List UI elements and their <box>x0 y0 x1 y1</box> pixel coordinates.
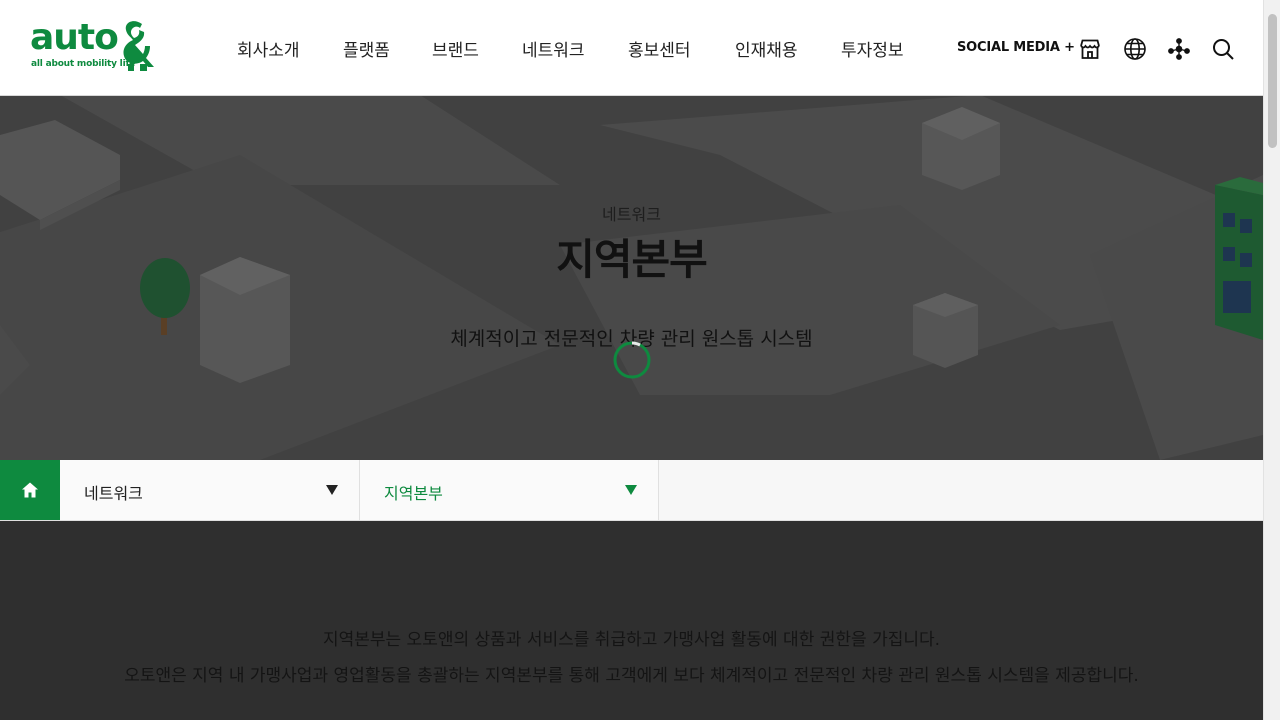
loading-spinner-icon <box>613 341 651 379</box>
nav-item-recruit[interactable]: 인재채용 <box>735 36 798 61</box>
chevron-down-icon <box>326 485 338 495</box>
nav-item-pr-center[interactable]: 홍보센터 <box>628 36 691 61</box>
hero-visual: 네트워크 지역본부 체계적이고 전문적인 차량 관리 원스톱 시스템 <box>0 95 1263 460</box>
hero-category: 네트워크 <box>602 205 661 224</box>
nav-item-platform[interactable]: 플랫폼 <box>343 36 390 61</box>
depth2-select[interactable]: 지역본부 <box>360 460 659 520</box>
logo-tagline: all about mobility life <box>31 59 136 69</box>
depth1-label: 네트워크 <box>84 484 143 503</box>
social-media-button[interactable]: SOCIAL MEDIA + <box>957 40 1075 55</box>
page-title: 지역본부 <box>556 235 708 284</box>
home-button[interactable] <box>0 460 60 520</box>
search-icon[interactable] <box>1211 37 1235 61</box>
nav-item-investor[interactable]: 투자정보 <box>841 36 904 61</box>
depth1-select[interactable]: 네트워크 <box>60 460 360 520</box>
page-scrollbar[interactable] <box>1263 0 1280 720</box>
site-logo[interactable]: auto all about mobility life <box>30 18 160 74</box>
store-icon[interactable] <box>1078 37 1102 61</box>
site-header: auto all about mobility life 회사소개 플랫폼 브랜… <box>0 0 1263 96</box>
nav-item-company[interactable]: 회사소개 <box>237 36 300 61</box>
nav-item-network[interactable]: 네트워크 <box>522 36 585 61</box>
chevron-down-icon <box>625 485 637 495</box>
home-icon <box>22 482 38 498</box>
depth2-label: 지역본부 <box>384 484 443 503</box>
intro-text-line-1: 지역본부는 오토앤의 상품과 서비스를 취급하고 가맹사업 활동에 대한 권한을… <box>322 630 941 650</box>
location-bar: 네트워크 지역본부 <box>0 460 1263 521</box>
nav-item-brand[interactable]: 브랜드 <box>432 36 479 61</box>
sitemap-icon[interactable] <box>1167 37 1191 61</box>
scrollbar-thumb[interactable] <box>1268 14 1277 148</box>
intro-text-line-2: 오토앤은 지역 내 가맹사업과 영업활동을 총괄하는 지역본부를 통해 고객에게… <box>124 666 1139 686</box>
globe-icon[interactable] <box>1123 37 1147 61</box>
logo-wordmark: auto <box>30 17 119 58</box>
